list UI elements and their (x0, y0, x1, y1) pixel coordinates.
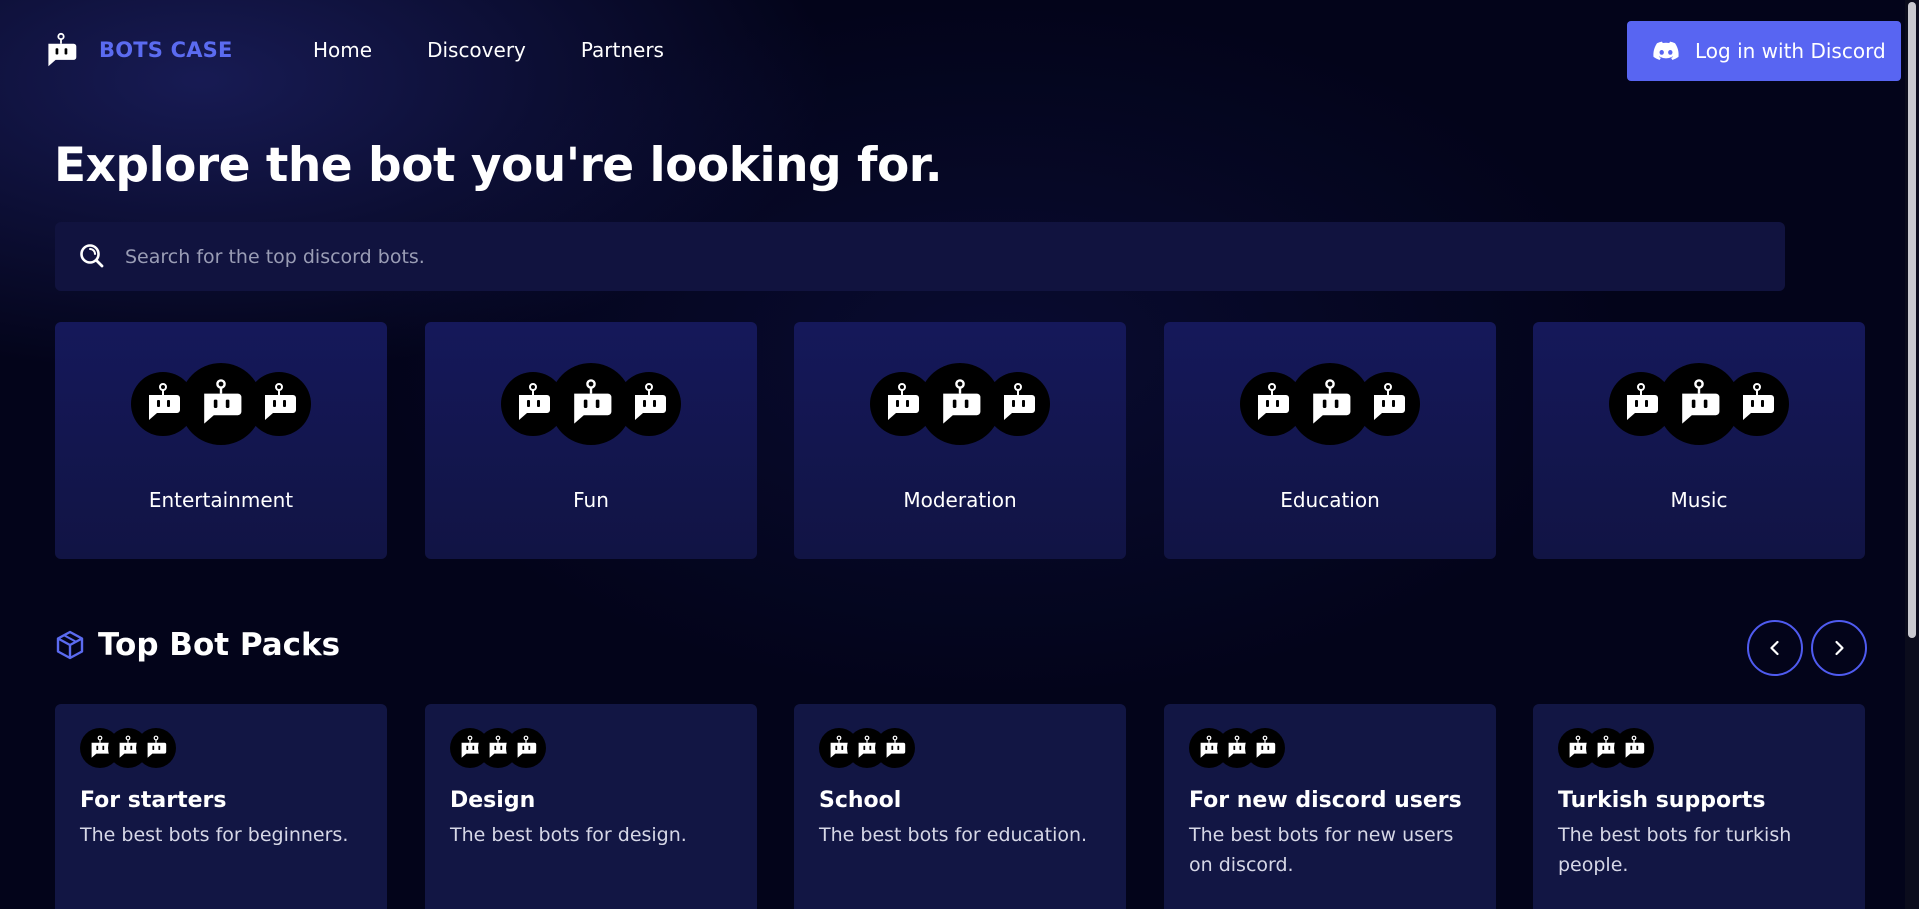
bot-group-icon (870, 363, 1050, 445)
cube-icon (56, 630, 84, 660)
main-nav: Home Discovery Partners (313, 38, 664, 62)
category-card-music[interactable]: Music (1533, 322, 1865, 559)
scrollbar-thumb[interactable] (1908, 2, 1916, 638)
category-label: Moderation (903, 488, 1017, 512)
pack-description: The best bots for beginners. (80, 824, 349, 846)
category-card-moderation[interactable]: Moderation (794, 322, 1126, 559)
category-card-fun[interactable]: Fun (425, 322, 757, 559)
bot-group-icon (1609, 363, 1789, 445)
search-icon (80, 244, 104, 268)
bot-group-icon (1558, 728, 1654, 768)
chevron-left-icon (1770, 640, 1779, 656)
search-input[interactable] (125, 222, 1765, 291)
category-label: Entertainment (148, 488, 294, 512)
bot-group-icon (131, 363, 311, 445)
pack-description: The best bots for new users on discord. (1189, 824, 1454, 876)
carousel-prev-button[interactable] (1747, 620, 1803, 676)
category-card-education[interactable]: Education (1164, 322, 1496, 559)
chevron-right-icon (1835, 640, 1844, 656)
nav-partners[interactable]: Partners (581, 38, 664, 62)
discord-icon (1653, 41, 1679, 60)
pack-card-school[interactable]: School The best bots for education. (794, 704, 1126, 909)
page-scrollbar[interactable] (1905, 0, 1919, 909)
pack-name: School (819, 788, 902, 813)
pack-name: Turkish supports (1558, 788, 1766, 813)
brand-name[interactable]: BOTS CASE (99, 38, 233, 62)
bot-group-icon (501, 363, 681, 445)
bot-group-icon (450, 728, 546, 768)
bot-group-icon (1189, 728, 1285, 768)
top-header: BOTS CASE Home Discovery Partners Log in… (0, 0, 1905, 102)
category-label: Music (1670, 488, 1728, 512)
pack-description: The best bots for design. (450, 824, 687, 846)
category-card-entertainment[interactable]: Entertainment (55, 322, 387, 559)
bot-group-icon (80, 728, 176, 768)
bot-group-icon (819, 728, 915, 768)
pack-description: The best bots for education. (819, 824, 1088, 846)
bot-logo-icon[interactable] (43, 28, 79, 72)
category-label: Education (1280, 488, 1380, 512)
pack-name: Design (450, 788, 536, 813)
pack-card-design[interactable]: Design The best bots for design. (425, 704, 757, 909)
bot-group-icon (1240, 363, 1420, 445)
section-title: Top Bot Packs (98, 627, 341, 663)
login-discord-button[interactable]: Log in with Discord (1627, 21, 1901, 81)
nav-home[interactable]: Home (313, 38, 372, 62)
category-label: Fun (573, 488, 609, 512)
pack-card-for-new-discord-users[interactable]: For new discord users The best bots for … (1164, 704, 1496, 909)
pack-card-turkish-supports[interactable]: Turkish supports The best bots for turki… (1533, 704, 1865, 909)
page-title: Explore the bot you're looking for. (54, 138, 943, 193)
pack-name: For starters (80, 788, 227, 813)
nav-discovery[interactable]: Discovery (427, 38, 526, 62)
search-bar[interactable] (55, 222, 1785, 291)
carousel-next-button[interactable] (1811, 620, 1867, 676)
login-label: Log in with Discord (1695, 39, 1886, 63)
pack-description: The best bots for turkish people. (1558, 824, 1792, 876)
pack-card-for-starters[interactable]: For starters The best bots for beginners… (55, 704, 387, 909)
pack-name: For new discord users (1189, 788, 1462, 813)
